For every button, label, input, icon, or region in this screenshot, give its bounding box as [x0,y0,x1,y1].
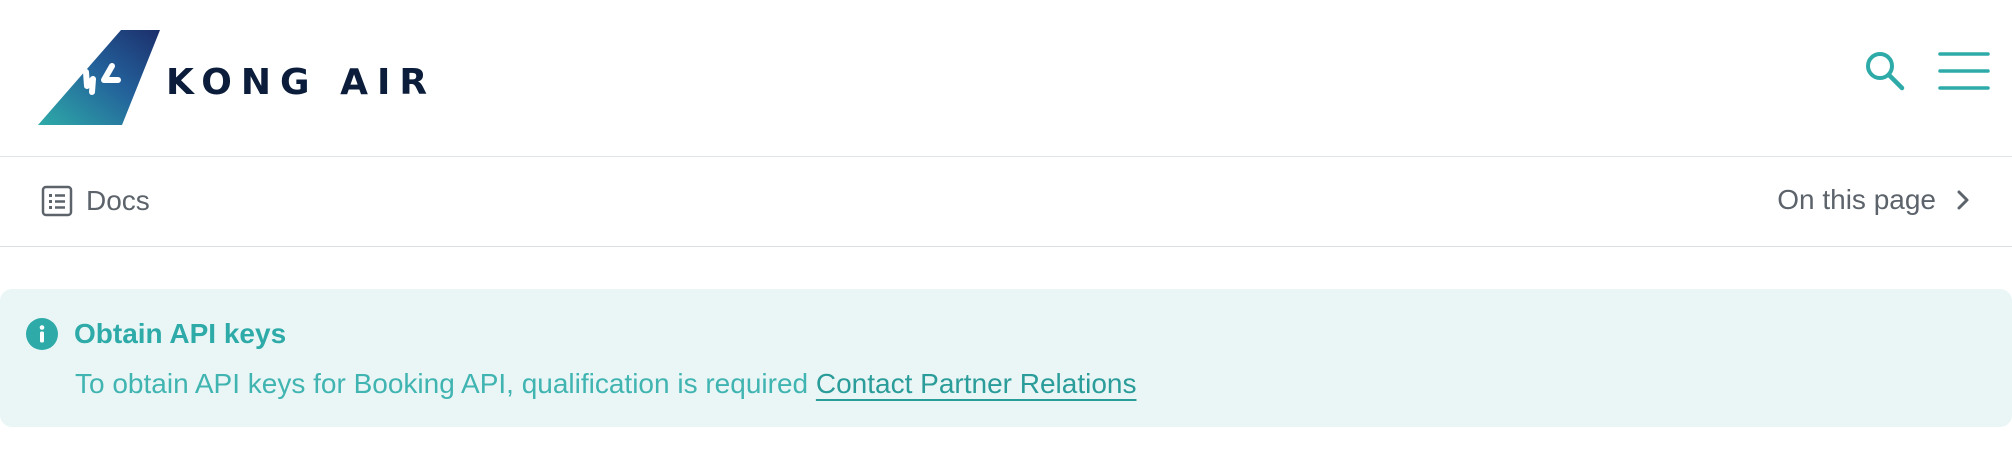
docs-menu-toggle[interactable]: Docs [40,184,150,218]
callout-title: Obtain API keys [74,318,287,349]
callout-body: To obtain API keys for Booking API, qual… [75,368,1136,400]
docs-subnav: Docs On this page [0,157,2012,247]
info-icon [26,318,58,350]
search-button[interactable] [1862,48,1908,94]
kong-air-tail-logo-icon [38,30,160,125]
callout-header: Obtain API keys [25,317,286,351]
logo-wordmark: KONG AIR [166,62,437,103]
chevron-right-icon [1957,190,1969,210]
on-this-page-toggle[interactable]: On this page [1777,184,1972,216]
info-callout: Obtain API keys To obtain API keys for B… [0,289,2012,427]
menu-button[interactable] [1938,48,1990,94]
hamburger-menu-icon [1938,52,1990,90]
docs-label: Docs [86,185,150,216]
site-header: KONG AIR [0,0,2012,157]
contact-partner-relations-link[interactable]: Contact Partner Relations [816,368,1137,399]
list-document-icon [41,185,73,217]
search-icon [1866,52,1905,91]
kong-air-logo[interactable]: KONG AIR [38,30,436,125]
header-actions [1862,48,1990,94]
on-this-page-label: On this page [1777,184,1936,215]
callout-body-text: To obtain API keys for Booking API, qual… [75,368,809,399]
